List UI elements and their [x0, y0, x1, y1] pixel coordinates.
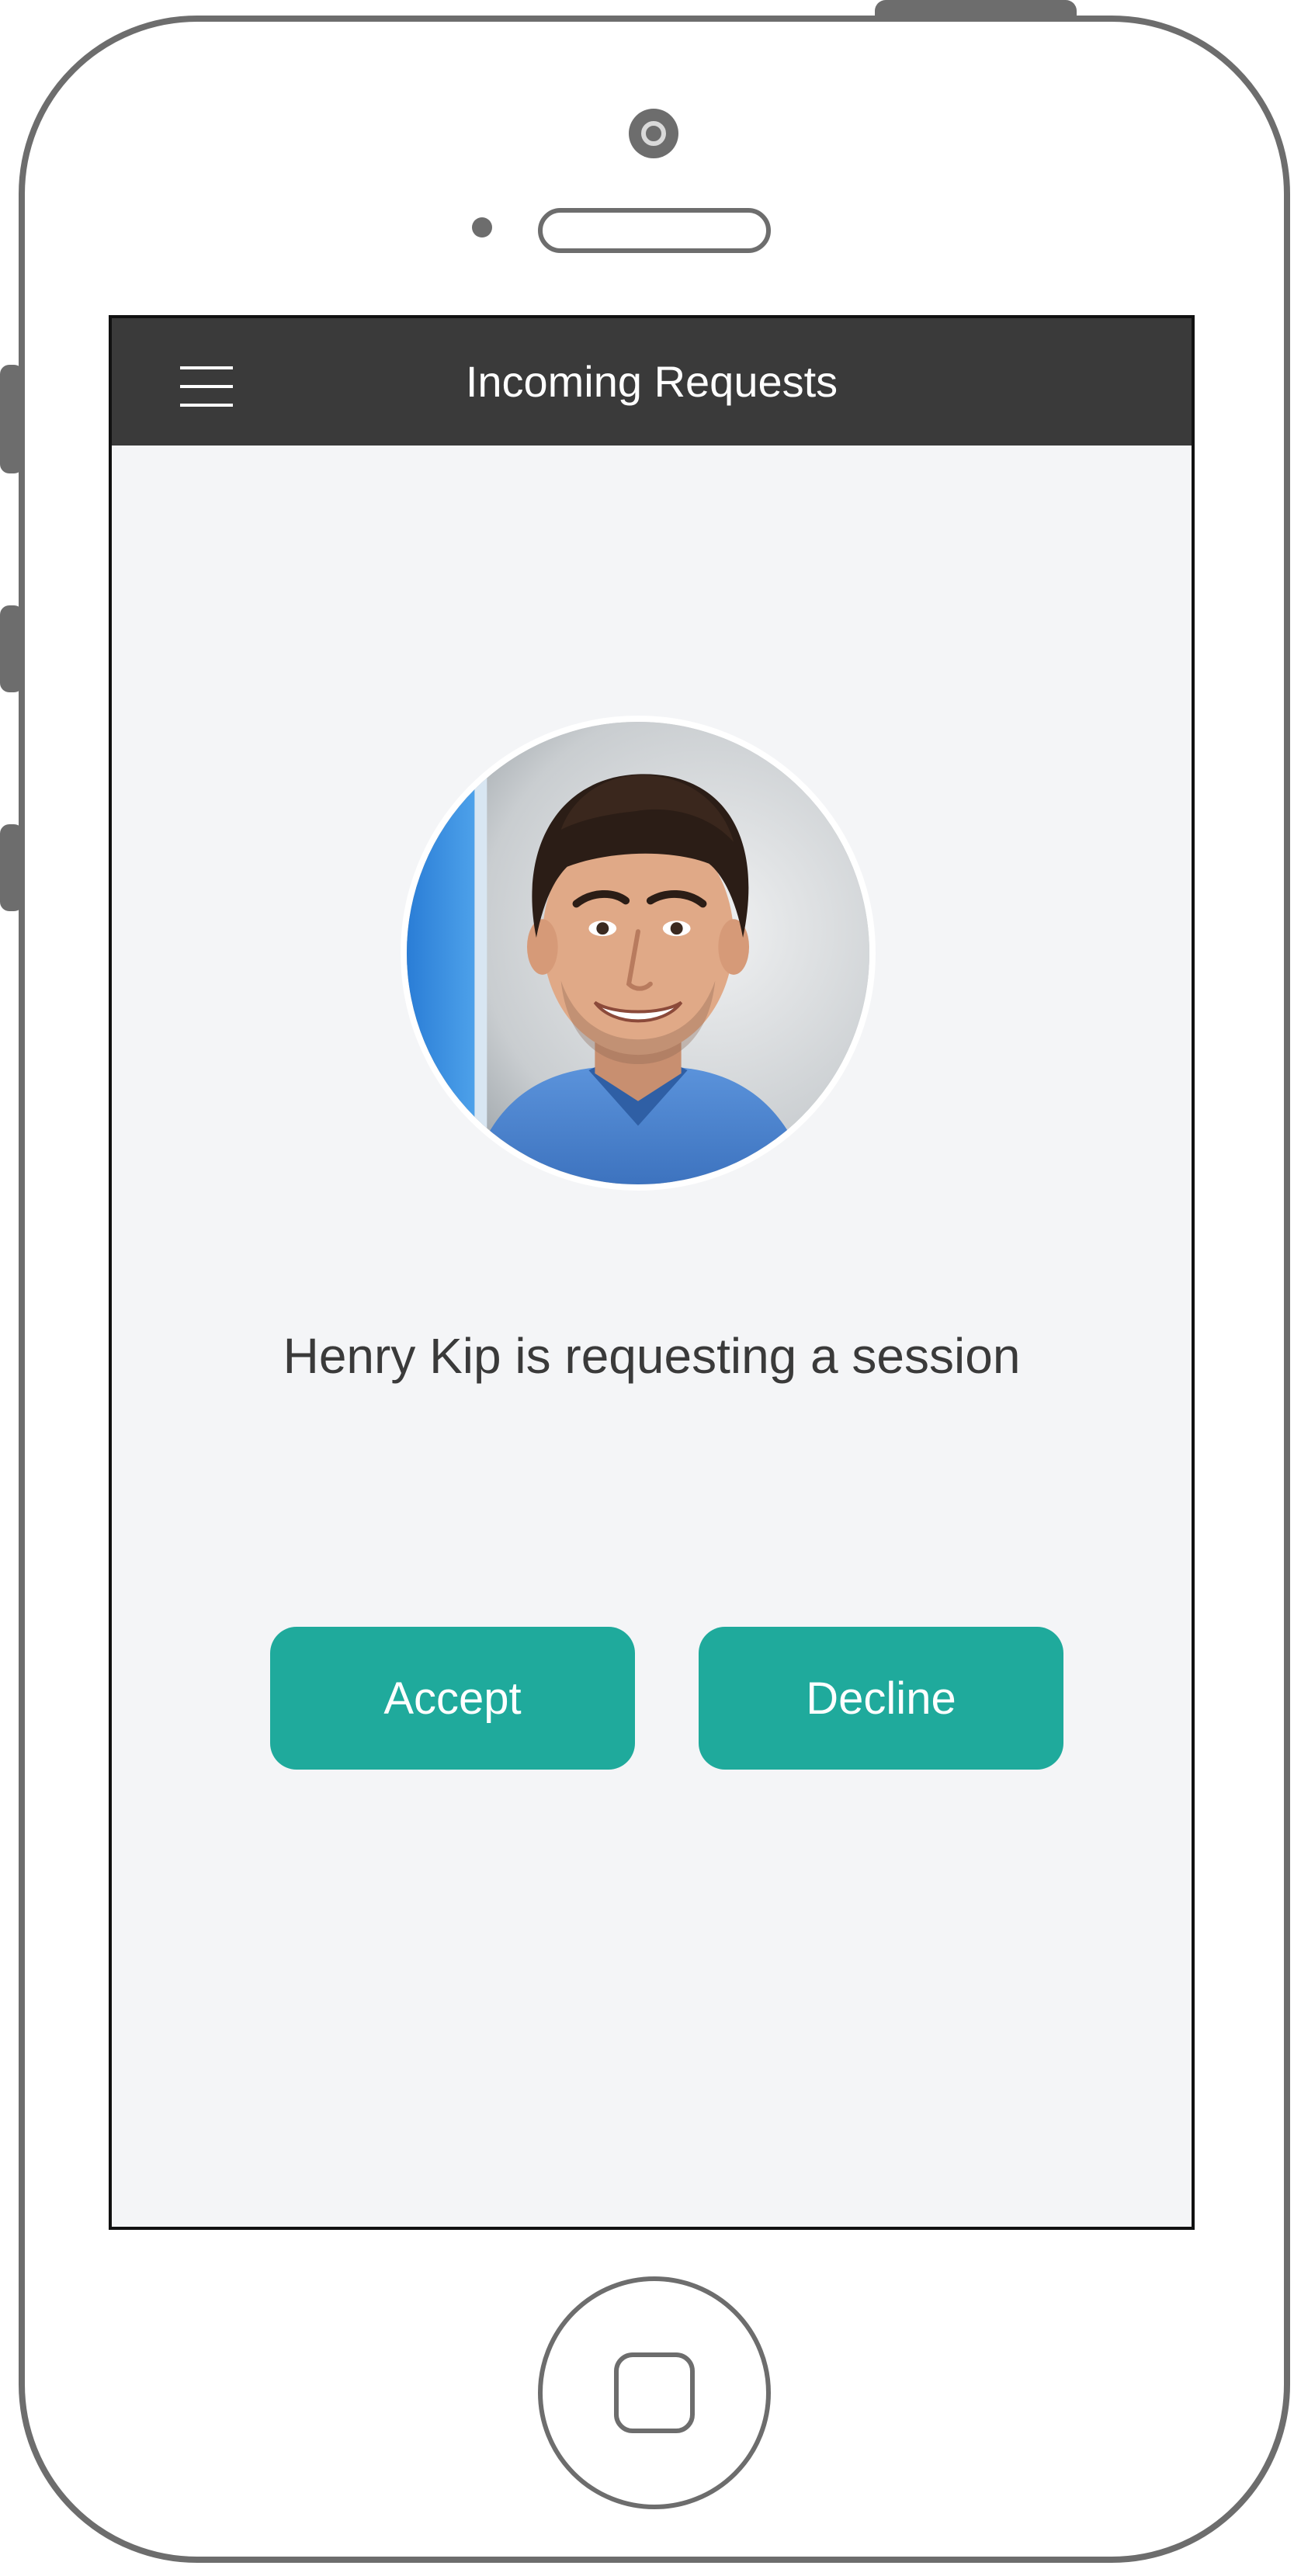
requester-avatar	[401, 716, 876, 1191]
app-bar: Incoming Requests	[112, 318, 1192, 446]
proximity-sensor	[472, 217, 492, 237]
phone-screen: Incoming Requests Henry Kip is requestin…	[109, 315, 1195, 2230]
home-button[interactable]	[538, 2276, 771, 2509]
page-title: Incoming Requests	[465, 357, 838, 406]
request-message: Henry Kip is requesting a session	[283, 1328, 1021, 1384]
earpiece-speaker	[538, 208, 771, 253]
decline-button[interactable]: Decline	[699, 1627, 1063, 1770]
phone-mockup: Incoming Requests Henry Kip is requestin…	[0, 0, 1294, 2576]
home-square-icon	[614, 2352, 695, 2433]
front-camera-icon	[629, 109, 678, 158]
accept-button[interactable]: Accept	[270, 1627, 635, 1770]
